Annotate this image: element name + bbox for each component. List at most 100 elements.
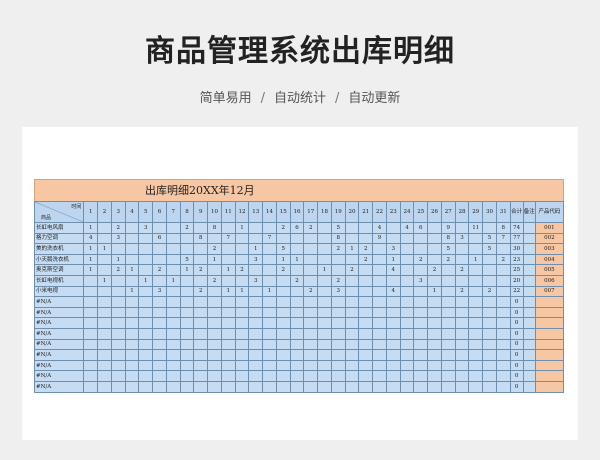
- day-quantity-cell: 5: [330, 222, 346, 234]
- feature-item: 自动更新: [348, 91, 401, 106]
- day-quantity-cell: [372, 306, 387, 319]
- day-quantity-cell: [399, 306, 415, 319]
- day-quantity-cell: [399, 232, 415, 245]
- day-quantity-cell: [110, 349, 126, 361]
- day-quantity-cell: [399, 253, 415, 266]
- day-header-cell: 28: [454, 201, 470, 223]
- day-quantity-cell: [440, 264, 456, 276]
- day-quantity-cell: [330, 296, 346, 308]
- table-row: #N/A 0: [33, 306, 565, 319]
- day-quantity-cell: [152, 306, 167, 319]
- product-code-cell: [534, 338, 565, 351]
- day-quantity-cell: [385, 380, 401, 393]
- day-quantity-cell: [262, 338, 277, 351]
- day-quantity-cell: [138, 306, 154, 319]
- day-quantity-cell: [385, 370, 401, 382]
- day-quantity-cell: [275, 370, 291, 382]
- day-quantity-cell: [385, 232, 401, 245]
- day-quantity-cell: [454, 327, 470, 340]
- day-quantity-cell: [495, 380, 511, 393]
- note-cell: [522, 370, 536, 382]
- day-quantity-cell: [413, 380, 429, 393]
- day-quantity-cell: [317, 253, 332, 266]
- day-quantity-cell: [468, 285, 484, 298]
- day-quantity-cell: 3: [454, 232, 470, 245]
- day-quantity-cell: 1: [124, 285, 140, 298]
- table-row: 美的洗衣机 1 1 2 1 5 2 1 2 3 5 5 30 003: [33, 243, 565, 255]
- day-quantity-cell: [440, 306, 456, 319]
- day-quantity-cell: [482, 222, 497, 234]
- day-quantity-cell: [179, 370, 195, 382]
- day-quantity-cell: [110, 243, 126, 255]
- day-quantity-cell: [358, 317, 374, 329]
- day-quantity-cell: [454, 253, 470, 266]
- day-quantity-cell: [124, 306, 140, 319]
- day-quantity-cell: [358, 370, 374, 382]
- day-quantity-cell: [468, 338, 484, 351]
- day-quantity-cell: 1: [289, 253, 305, 266]
- day-quantity-cell: [344, 349, 360, 361]
- day-quantity-cell: [495, 338, 511, 351]
- day-quantity-cell: 7: [495, 232, 511, 245]
- day-quantity-cell: [152, 370, 167, 382]
- day-header-cell: 9: [193, 201, 209, 223]
- day-quantity-cell: [248, 370, 264, 382]
- day-quantity-cell: 4: [399, 222, 415, 234]
- day-quantity-cell: [385, 338, 401, 351]
- day-quantity-cell: [220, 349, 236, 361]
- note-cell: [522, 243, 536, 255]
- day-quantity-cell: [317, 222, 332, 234]
- day-quantity-cell: [440, 338, 456, 351]
- day-quantity-cell: [440, 327, 456, 340]
- day-quantity-cell: [207, 380, 222, 393]
- day-quantity-cell: [454, 317, 470, 329]
- day-header-cell: 25: [413, 201, 429, 223]
- day-quantity-cell: [234, 243, 250, 255]
- day-quantity-cell: 2: [207, 274, 222, 287]
- note-cell: [522, 380, 536, 393]
- note-cell: [522, 222, 536, 234]
- day-quantity-cell: [165, 296, 181, 308]
- product-code-cell: 005: [534, 264, 565, 276]
- day-quantity-cell: [427, 317, 442, 329]
- day-quantity-cell: [358, 232, 374, 245]
- day-quantity-cell: [413, 232, 429, 245]
- day-quantity-cell: [275, 232, 291, 245]
- product-name-cell: 美的洗衣机: [33, 243, 85, 255]
- day-quantity-cell: [138, 253, 154, 266]
- table-row: 小天鹅洗衣机 1 1 5 1 3 1 1 2 1 2 2 1 2 23 004: [33, 253, 565, 266]
- product-code-cell: [534, 349, 565, 361]
- product-name-cell: #N/A: [33, 370, 85, 382]
- day-quantity-cell: [248, 264, 264, 276]
- day-quantity-cell: [179, 338, 195, 351]
- day-quantity-cell: [440, 296, 456, 308]
- spreadsheet-preview-card: 出库明细20XX年12月 时间 商品 1 2 3 4 5 6 7 8 9 10 11 12 13 14 15…: [22, 127, 578, 440]
- note-cell: [522, 359, 536, 372]
- day-quantity-cell: [248, 285, 264, 298]
- day-quantity-cell: [303, 253, 319, 266]
- day-quantity-cell: [454, 370, 470, 382]
- day-quantity-cell: 2: [330, 274, 346, 287]
- day-quantity-cell: [344, 380, 360, 393]
- day-header-cell: 23: [385, 201, 401, 223]
- day-quantity-cell: [330, 380, 346, 393]
- day-quantity-cell: 3: [110, 232, 126, 245]
- day-quantity-cell: [358, 222, 374, 234]
- day-quantity-cell: [317, 232, 332, 245]
- day-quantity-cell: [220, 274, 236, 287]
- day-quantity-cell: [482, 264, 497, 276]
- day-quantity-cell: [358, 306, 374, 319]
- day-quantity-cell: [495, 274, 511, 287]
- day-quantity-cell: [275, 359, 291, 372]
- day-quantity-cell: [262, 222, 277, 234]
- day-quantity-cell: 2: [193, 285, 209, 298]
- day-quantity-cell: [262, 380, 277, 393]
- day-quantity-cell: [262, 317, 277, 329]
- day-quantity-cell: [440, 285, 456, 298]
- day-quantity-cell: [138, 243, 154, 255]
- day-quantity-cell: [165, 232, 181, 245]
- day-quantity-cell: [427, 306, 442, 319]
- day-quantity-cell: [482, 274, 497, 287]
- day-header-cell: 12: [234, 201, 250, 223]
- day-quantity-cell: [248, 338, 264, 351]
